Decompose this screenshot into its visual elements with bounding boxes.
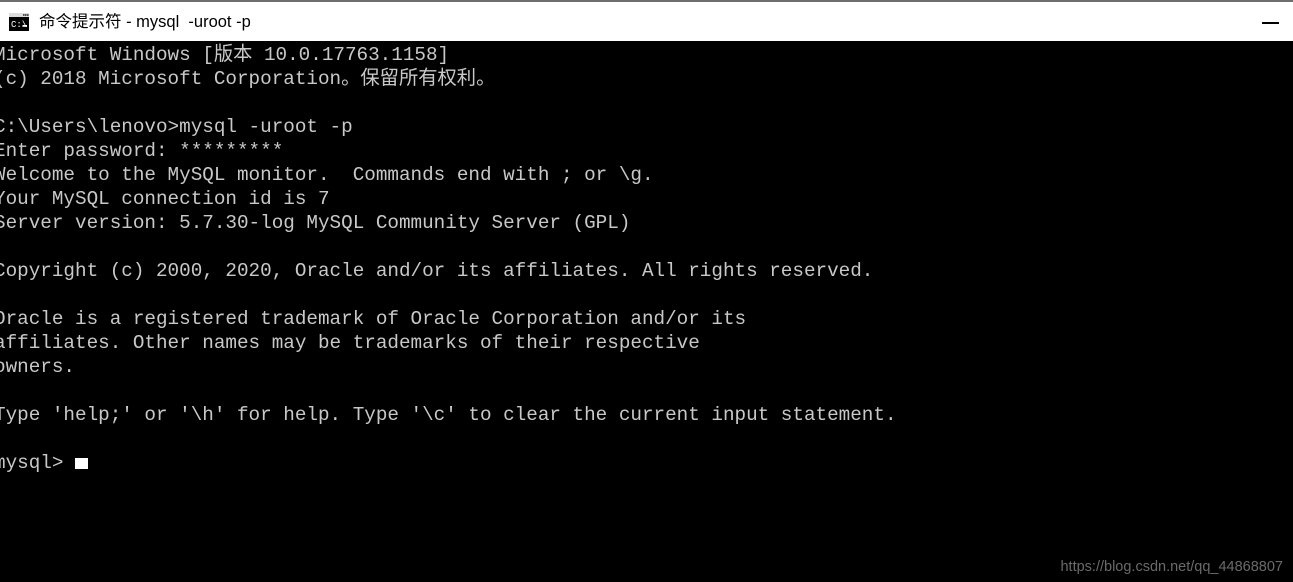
window-titlebar[interactable]: C:\ 命令提示符 - mysql -uroot -p (0, 0, 1293, 41)
console-line: Server version: 5.7.30-log MySQL Communi… (0, 212, 631, 234)
minimize-icon (1261, 21, 1279, 24)
watermark-url: https://blog.csdn.net/qq_44868807 (1060, 559, 1283, 575)
mysql-prompt-line[interactable]: mysql> (0, 451, 897, 475)
console-text: Microsoft Windows [版本 10.0.17763.1158] (c… (0, 43, 897, 475)
command-prompt-icon: C:\ (8, 11, 30, 32)
console-line: C:\Users\lenovo>mysql -uroot -p (0, 116, 353, 138)
console-line: Oracle is a registered trademark of Orac… (0, 308, 747, 330)
console-line: Type 'help;' or '\h' for help. Type '\c'… (0, 404, 897, 426)
console-line: Microsoft Windows [版本 10.0.17763.1158] (0, 44, 450, 66)
titlebar-left-group: C:\ 命令提示符 - mysql -uroot -p (0, 11, 1247, 32)
console-line: Your MySQL connection id is 7 (0, 188, 330, 210)
console-line: Copyright (c) 2000, 2020, Oracle and/or … (0, 260, 874, 282)
window-controls (1247, 2, 1293, 41)
console-line: Welcome to the MySQL monitor. Commands e… (0, 164, 654, 186)
mysql-prompt-text: mysql> (0, 452, 75, 474)
text-cursor (75, 458, 88, 469)
console-output-area[interactable]: Microsoft Windows [版本 10.0.17763.1158] (c… (0, 41, 1293, 582)
console-line: Enter password: ********* (0, 140, 284, 162)
minimize-button[interactable] (1247, 2, 1293, 41)
console-line: affiliates. Other names may be trademark… (0, 332, 700, 354)
window-title: 命令提示符 - mysql -uroot -p (39, 12, 251, 31)
console-line: (c) 2018 Microsoft Corporation。保留所有权利。 (0, 68, 496, 90)
console-line: owners. (0, 356, 75, 378)
